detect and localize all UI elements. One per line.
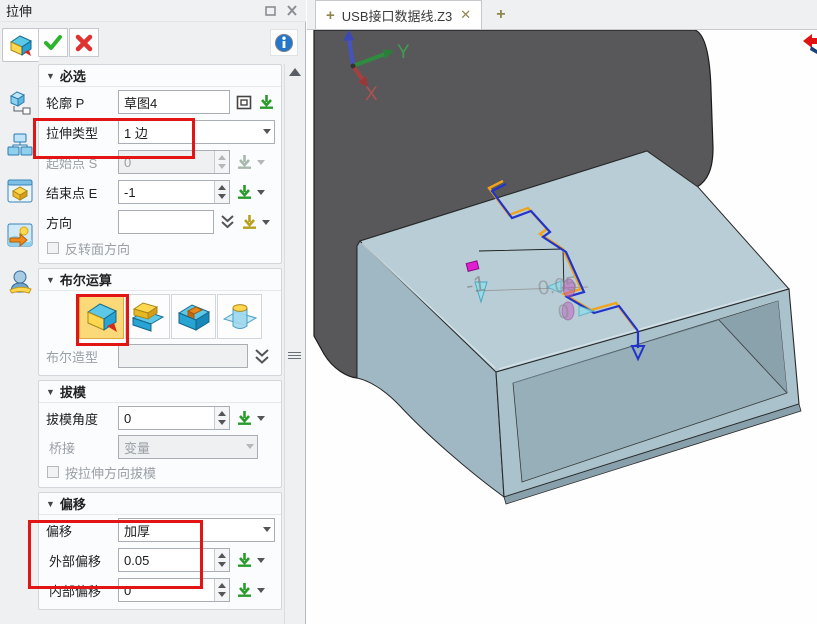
pick-arrow-disabled-icon xyxy=(236,154,253,170)
chevron-down-icon xyxy=(257,160,265,165)
chevron-down-icon xyxy=(246,444,254,449)
section-draft-header[interactable]: ▼ 拔模 xyxy=(39,381,281,403)
tab-close-icon[interactable]: ✕ xyxy=(460,7,471,23)
direction-input[interactable] xyxy=(118,210,214,234)
outer-offset-label: 外部偏移 xyxy=(49,551,118,570)
scene-image-icon[interactable] xyxy=(2,218,37,252)
flip-face-checkbox xyxy=(47,242,59,254)
solid-window-icon[interactable] xyxy=(2,174,37,208)
section-required-header[interactable]: ▼ 必选 xyxy=(39,65,281,87)
pick-arrow-icon[interactable] xyxy=(258,94,275,110)
section-required: ▼ 必选 轮廓 P 拉伸类型 xyxy=(38,64,282,264)
splitter-grip[interactable] xyxy=(288,350,301,361)
extrude-icon[interactable] xyxy=(2,28,39,62)
spinner[interactable] xyxy=(214,549,229,571)
cancel-button[interactable] xyxy=(69,28,99,57)
pick-arrow-icon[interactable] xyxy=(236,184,253,200)
info-button[interactable] xyxy=(270,29,298,56)
document-area: + USB接口数据线.Z3 ✕ + xyxy=(307,0,817,624)
3d-viewport[interactable]: -1 0.05 0 xyxy=(307,30,817,624)
section-boolean-header[interactable]: ▼ 布尔运算 xyxy=(39,269,281,291)
offset-type-select[interactable] xyxy=(118,518,275,542)
panel-titlebar: 拉伸 xyxy=(0,0,306,22)
chevron-down-icon[interactable] xyxy=(257,190,265,195)
spinner[interactable] xyxy=(214,181,229,203)
pick-arrow-icon[interactable] xyxy=(236,552,253,568)
extrude-panel: 拉伸 xyxy=(0,0,306,624)
axis-x-label: X xyxy=(365,84,378,105)
spinner xyxy=(214,151,229,173)
direction-label: 方向 xyxy=(46,213,118,232)
confirm-button[interactable] xyxy=(38,28,68,57)
extrude-type-label: 拉伸类型 xyxy=(46,123,118,142)
tab-plus-icon: + xyxy=(326,7,335,24)
panel-content: ▼ 必选 轮廓 P 拉伸类型 xyxy=(38,22,284,624)
collapse-icon: ▼ xyxy=(46,387,55,397)
scroll-up-icon[interactable] xyxy=(289,68,301,76)
panel-sections: ▼ 必选 轮廓 P 拉伸类型 xyxy=(38,64,282,614)
inner-offset-label: 内部偏移 xyxy=(49,581,118,600)
section-draft: ▼ 拔模 拔模角度 桥接 xyxy=(38,380,282,488)
double-chevron-icon[interactable] xyxy=(254,348,270,365)
boolean-intersect-icon[interactable] xyxy=(217,294,262,339)
pick-arrow-icon[interactable] xyxy=(236,582,253,598)
offset-type-label: 偏移 xyxy=(46,521,118,540)
panel-toggle-arrow-icon[interactable] xyxy=(803,34,817,54)
section-offset: ▼ 偏移 偏移 外部偏移 xyxy=(38,492,282,610)
close-icon[interactable] xyxy=(284,4,300,18)
bridge-select xyxy=(118,435,258,459)
profile-input[interactable] xyxy=(118,90,230,114)
start-point-label: 起始点 S xyxy=(46,153,118,172)
panel-title: 拉伸 xyxy=(6,1,256,20)
panel-toolbar xyxy=(38,22,284,62)
end-point-label: 结束点 E xyxy=(46,183,118,202)
boolean-shape-label: 布尔造型 xyxy=(46,347,118,366)
chevron-down-icon[interactable] xyxy=(257,558,265,563)
draft-by-direction-label: 按拉伸方向拔模 xyxy=(65,463,156,482)
boolean-subtract-icon[interactable] xyxy=(171,294,216,339)
section-offset-header[interactable]: ▼ 偏移 xyxy=(39,493,281,515)
bridge-label: 桥接 xyxy=(49,438,118,457)
draft-angle-label: 拔模角度 xyxy=(46,409,118,428)
pick-arrow-icon[interactable] xyxy=(236,410,253,426)
boolean-base-icon[interactable] xyxy=(79,294,124,339)
spinner[interactable] xyxy=(214,407,229,429)
chevron-down-icon[interactable] xyxy=(262,220,270,225)
extrude-type-select[interactable] xyxy=(118,120,275,144)
boolean-add-icon[interactable] xyxy=(125,294,170,339)
chevron-down-icon[interactable] xyxy=(263,129,271,134)
collapse-icon: ▼ xyxy=(46,275,55,285)
copy-icon[interactable] xyxy=(236,95,252,110)
profile-label: 轮廓 P xyxy=(46,93,118,112)
panel-scrollbar[interactable] xyxy=(284,64,304,624)
flip-face-label: 反转面方向 xyxy=(65,239,130,258)
section-boolean: ▼ 布尔运算 xyxy=(38,268,282,376)
restore-icon[interactable] xyxy=(262,4,278,18)
3d-scene: -1 0.05 0 xyxy=(307,30,817,624)
tab-title: USB接口数据线.Z3 xyxy=(342,6,453,25)
user-icon[interactable] xyxy=(2,264,37,298)
application-window: 拉伸 xyxy=(0,0,817,624)
collapse-icon: ▼ xyxy=(46,71,55,81)
double-chevron-icon[interactable] xyxy=(220,214,235,230)
document-tab[interactable]: + USB接口数据线.Z3 ✕ xyxy=(315,0,482,29)
collapse-icon: ▼ xyxy=(46,499,55,509)
axis-y-label: Y xyxy=(397,42,410,63)
manager-cube-icon[interactable] xyxy=(2,86,37,120)
hierarchy-icon[interactable] xyxy=(2,128,37,162)
pick-arrow-yellow-icon[interactable] xyxy=(241,214,258,230)
chevron-down-icon[interactable] xyxy=(263,527,271,532)
boolean-shape-input xyxy=(118,344,248,368)
new-tab-button[interactable]: + xyxy=(496,6,505,24)
document-tabbar: + USB接口数据线.Z3 ✕ + xyxy=(307,0,817,30)
side-tab-strip xyxy=(0,22,38,624)
chevron-down-icon[interactable] xyxy=(257,416,265,421)
spinner[interactable] xyxy=(214,579,229,601)
chevron-down-icon[interactable] xyxy=(257,588,265,593)
boolean-mode-group xyxy=(39,291,281,341)
end-distance-value: -1 xyxy=(464,270,487,297)
draft-by-direction-checkbox xyxy=(47,466,59,478)
